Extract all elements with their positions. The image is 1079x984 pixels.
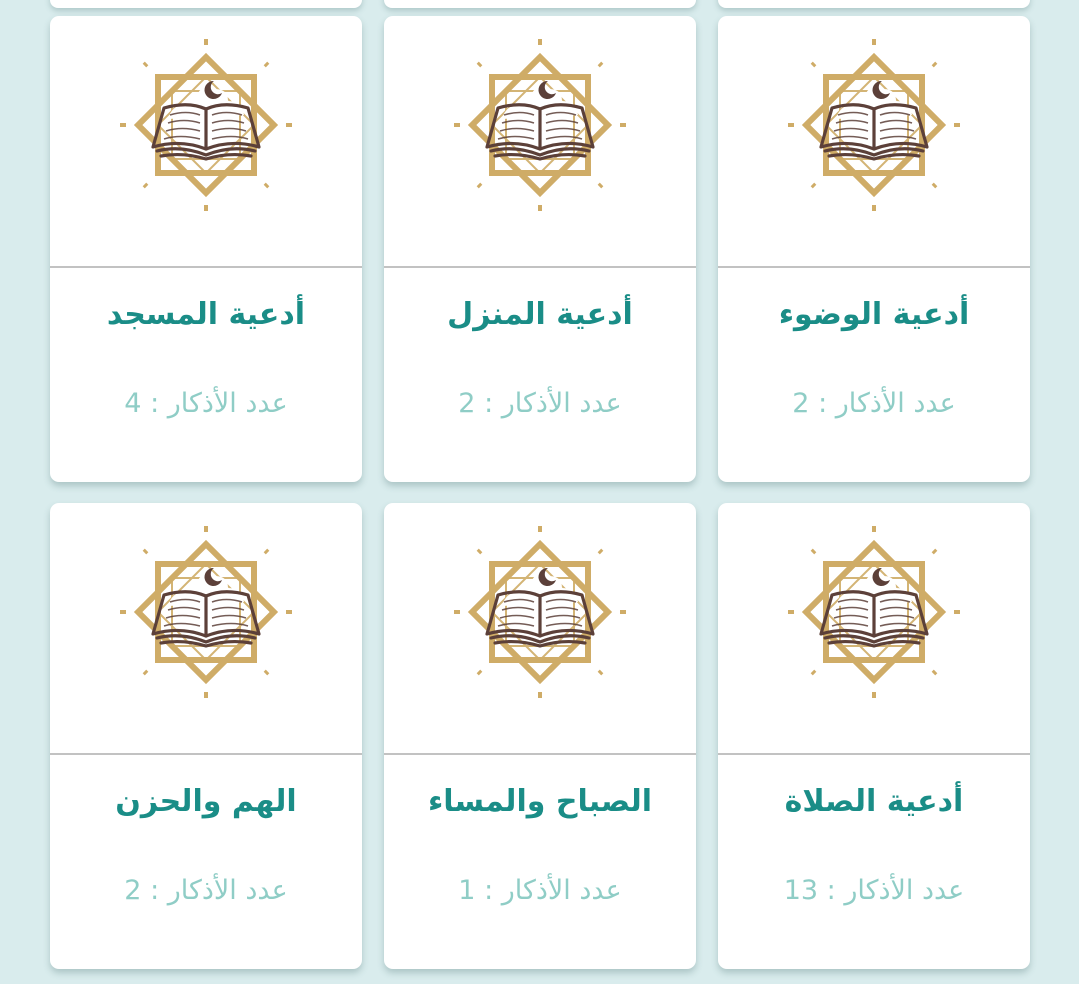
category-card-morning-evening[interactable]: الصباح والمساء عدد الأذكار : 1 [384, 503, 696, 969]
card-divider [384, 266, 696, 268]
card-divider [718, 266, 1030, 268]
card-image [384, 503, 696, 753]
card-image [50, 503, 362, 753]
category-card-prayer[interactable]: أدعية الصلاة عدد الأذكار : 13 [718, 503, 1030, 969]
card-title: الهم والحزن [115, 784, 297, 819]
card-count: عدد الأذكار : 2 [792, 388, 956, 419]
card-title: أدعية المنزل [447, 297, 633, 332]
card-title: الصباح والمساء [427, 784, 653, 819]
partial-card-previous-row[interactable] [50, 0, 362, 8]
category-card-mosque[interactable]: أدعية المسجد عدد الأذكار : 4 [50, 16, 362, 482]
partial-card-previous-row[interactable] [718, 0, 1030, 8]
categories-grid: أدعية الوضوء عدد الأذكار : 2 أدعية المنز… [0, 0, 1079, 984]
card-image [718, 16, 1030, 266]
category-card-home[interactable]: أدعية المنزل عدد الأذكار : 2 [384, 16, 696, 482]
category-card-worry-grief[interactable]: الهم والحزن عدد الأذكار : 2 [50, 503, 362, 969]
category-card-wudu[interactable]: أدعية الوضوء عدد الأذكار : 2 [718, 16, 1030, 482]
card-image [50, 16, 362, 266]
card-count: عدد الأذكار : 2 [458, 388, 622, 419]
card-divider [718, 753, 1030, 755]
card-title: أدعية الصلاة [784, 784, 964, 819]
quran-book-emblem-icon [454, 526, 626, 698]
card-divider [384, 753, 696, 755]
card-image [384, 16, 696, 266]
card-divider [50, 266, 362, 268]
card-image [718, 503, 1030, 753]
card-count: عدد الأذكار : 4 [124, 388, 288, 419]
quran-book-emblem-icon [120, 526, 292, 698]
card-count: عدد الأذكار : 2 [124, 875, 288, 906]
quran-book-emblem-icon [454, 39, 626, 211]
card-title: أدعية الوضوء [778, 297, 970, 332]
quran-book-emblem-icon [120, 39, 292, 211]
partial-card-previous-row[interactable] [384, 0, 696, 8]
card-title: أدعية المسجد [106, 297, 306, 332]
card-divider [50, 753, 362, 755]
card-count: عدد الأذكار : 1 [458, 875, 622, 906]
card-count: عدد الأذكار : 13 [783, 875, 965, 906]
quran-book-emblem-icon [788, 39, 960, 211]
quran-book-emblem-icon [788, 526, 960, 698]
